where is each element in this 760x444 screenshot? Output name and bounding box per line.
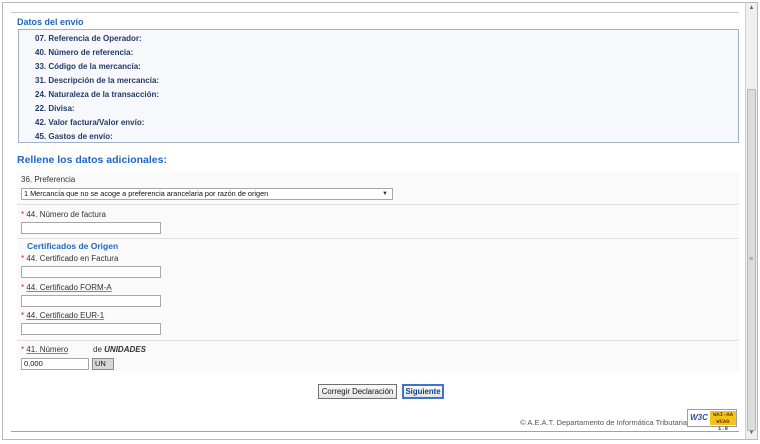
numero-label-row: * 41. Número [21, 345, 68, 354]
datos-row: 22. Divisa: [35, 104, 75, 113]
siguiente-button[interactable]: Siguiente [402, 384, 444, 399]
factura-label: 44. Número de factura [26, 210, 106, 219]
wcag-badge[interactable]: W3C WAI-AA WCAG 1.0 [687, 409, 737, 432]
datos-envio-box: 07. Referencia de Operador: 40. Número d… [18, 29, 739, 143]
page-content: Datos del envío 07. Referencia de Operad… [11, 3, 739, 439]
required-mark: * [21, 345, 25, 354]
rellene-title: Rellene los datos adicionales: [17, 154, 167, 166]
vertical-scrollbar[interactable]: ▲ ≡ ▼ [745, 3, 757, 439]
required-mark: * [21, 254, 25, 263]
datos-row: 07. Referencia de Operador: [35, 34, 142, 43]
datos-row: 42. Valor factura/Valor envío: [35, 118, 145, 127]
eur1-label: 44. Certificado EUR-1 [26, 311, 105, 320]
factura-label-row: * 44. Número de factura [21, 210, 106, 219]
datos-row: 33. Código de la mercancía: [35, 62, 141, 71]
required-mark: * [21, 283, 25, 292]
divider [17, 340, 739, 341]
grip-icon: ≡ [749, 256, 754, 263]
datos-envio-title: Datos del envío [17, 17, 84, 27]
datos-row: 40. Número de referencia: [35, 48, 134, 57]
unidades-label: UNIDADES [104, 345, 146, 354]
cert-factura-label-row: * 44. Certificado en Factura [21, 254, 118, 263]
required-mark: * [21, 210, 25, 219]
required-mark: * [21, 311, 25, 320]
factura-input[interactable] [21, 222, 161, 234]
scroll-thumb[interactable]: ≡ [747, 89, 756, 431]
datos-row: 31. Descripción de la mercancía: [35, 76, 160, 85]
eur1-label-row: * 44. Certificado EUR-1 [21, 311, 104, 320]
unidad-field: UN [92, 358, 114, 370]
divider [17, 204, 739, 205]
top-strip [11, 3, 739, 13]
footer-copyright: © A.E.A.T. Departamento de Informática T… [520, 418, 687, 427]
form-a-label-row: * 44. Certificado FORM-A [21, 283, 112, 292]
cert-factura-label: 44. Certificado en Factura [26, 254, 119, 263]
de-label: de [93, 345, 102, 354]
unidades-label-row: de UNIDADES [93, 345, 146, 354]
corregir-declaracion-button[interactable]: Corregir Declaración [318, 384, 397, 399]
numero-label: 41. Número [26, 345, 69, 354]
datos-row: 45. Gastos de envío: [35, 132, 113, 141]
eur1-input[interactable] [21, 323, 161, 335]
divider [17, 238, 739, 239]
w3c-logo-icon: W3C [689, 411, 709, 425]
preferencia-select[interactable]: 1 Mercancía que no se acoge a preferenci… [21, 188, 393, 200]
wcag-level-line2: WCAG 1.0 [716, 418, 730, 432]
browser-frame: Datos del envío 07. Referencia de Operad… [2, 2, 758, 440]
preferencia-label: 36. Preferencia [21, 175, 76, 184]
numero-input[interactable]: 0,000 [21, 358, 89, 370]
wcag-level: WAI-AA WCAG 1.0 [710, 411, 736, 432]
form-a-label: 44. Certificado FORM-A [26, 283, 112, 292]
certificados-title: Certificados de Origen [27, 241, 119, 251]
arrow-up-icon[interactable]: ▲ [748, 5, 755, 12]
wcag-level-line1: WAI-AA [713, 411, 733, 418]
chevron-down-icon[interactable]: ▼ [382, 189, 388, 199]
preferencia-select-value: 1 Mercancía que no se acoge a preferenci… [24, 189, 269, 198]
form-a-input[interactable] [21, 295, 161, 307]
datos-row: 24. Naturaleza de la transacción: [35, 90, 160, 99]
footer-line [11, 431, 739, 432]
arrow-down-icon[interactable]: ▼ [748, 430, 755, 437]
cert-factura-input[interactable] [21, 266, 161, 278]
